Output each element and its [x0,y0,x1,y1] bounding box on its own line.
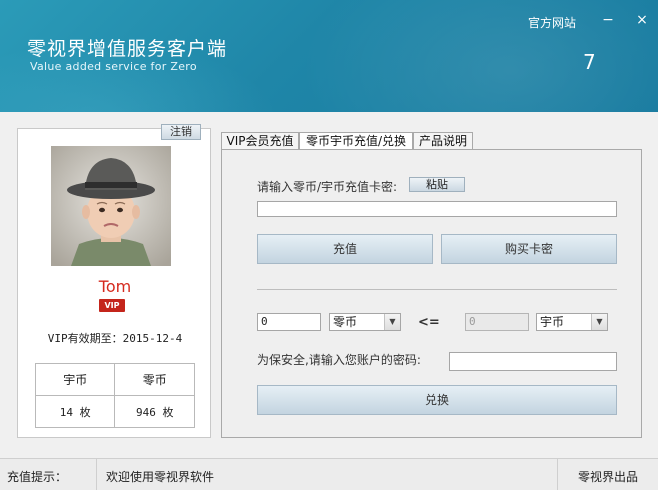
vip-badge: VIP [99,299,125,312]
balance-value-lingbi: 946 枚 [114,395,195,428]
balance-label-yubi: 宇币 [34,363,116,396]
chevron-down-icon: ▼ [384,314,400,330]
status-bar: 充值提示： 欢迎使用零视界软件 零视界出品 [0,458,658,490]
divider [257,289,617,290]
password-label: 为保安全,请输入您账户的密码: [257,353,421,367]
version-number: 7 [583,50,596,74]
close-button[interactable]: × [632,12,652,28]
status-label: 充值提示： [7,470,68,484]
to-currency-select[interactable]: 宇币 ▼ [536,313,608,331]
avatar-image [51,146,171,266]
relation-sign: <= [418,315,440,330]
official-website-link[interactable]: 官方网站 [528,14,576,31]
to-currency-value: 宇币 [540,315,565,329]
exchange-amount-input[interactable]: 0 [257,313,321,331]
vip-expiry-text: VIP有效期至：2015-12-4 [47,332,183,345]
chevron-down-icon: ▼ [591,314,607,330]
divider [96,459,97,490]
balance-value-yubi: 14 枚 [34,395,116,428]
tab-product-info[interactable]: 产品说明 [413,132,473,150]
vendor-label: 零视界出品 [578,470,639,484]
minimize-button[interactable]: − [598,12,618,28]
buy-card-button[interactable]: 购买卡密 [441,234,617,264]
tab-vip-recharge[interactable]: VIP会员充值 [221,132,299,150]
app-subtitle: Value added service for Zero [30,60,197,73]
paste-button[interactable]: 粘贴 [409,177,465,192]
exchange-result-field: 0 [465,313,529,331]
status-message: 欢迎使用零视界软件 [106,470,215,484]
avatar [51,146,171,266]
recharge-panel: 请输入零币/宇币充值卡密: 粘贴 充值 购买卡密 0 零币 ▼ <= 0 宇币 … [221,149,642,438]
table-row: 14 枚 946 枚 [34,395,195,428]
app-header: 零视界增值服务客户端 Value added service for Zero … [0,0,658,112]
card-code-input[interactable] [257,201,617,217]
user-info-panel: 注销 Tom VIP VIP有效期至：2015-12-4 宇币 零币 14 枚 … [17,124,211,438]
username: Tom [98,277,132,296]
from-currency-select[interactable]: 零币 ▼ [329,313,401,331]
from-currency-value: 零币 [333,315,358,329]
exchange-button[interactable]: 兑换 [257,385,617,415]
table-row: 宇币 零币 [34,363,195,396]
balance-table: 宇币 零币 14 枚 946 枚 [34,363,195,428]
recharge-button[interactable]: 充值 [257,234,433,264]
card-code-label: 请输入零币/宇币充值卡密: [257,180,398,194]
password-field[interactable] [449,352,617,371]
divider [557,459,558,490]
app-title: 零视界增值服务客户端 [27,38,228,60]
logout-button[interactable]: 注销 [161,124,201,140]
balance-label-lingbi: 零币 [114,363,195,396]
